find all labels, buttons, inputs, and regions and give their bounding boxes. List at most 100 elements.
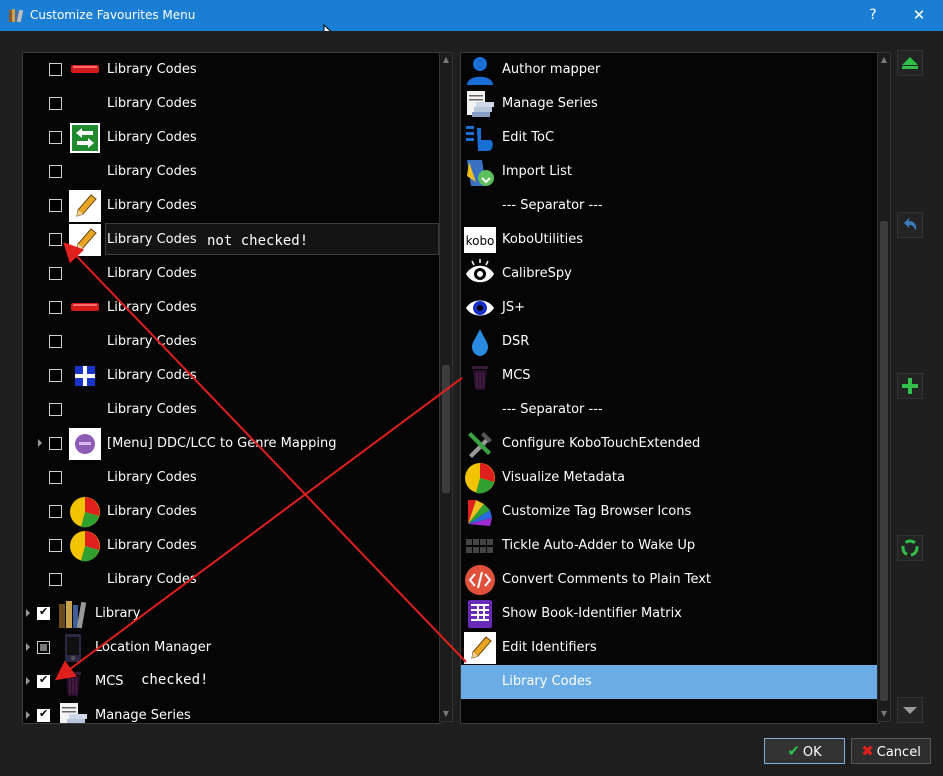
recycle-icon xyxy=(901,539,919,557)
list-item[interactable]: --- Separator --- xyxy=(461,189,879,223)
list-item[interactable]: MCS xyxy=(23,665,441,699)
list-item[interactable]: Edit ToC xyxy=(461,121,879,155)
list-item[interactable]: Manage Series xyxy=(461,87,879,121)
list-item-label: [Menu] DDC/LCC to Genre Mapping xyxy=(107,436,337,451)
list-item[interactable]: Location Manager xyxy=(23,631,441,665)
move-to-top-button[interactable] xyxy=(897,50,923,76)
list-item[interactable]: Tickle Auto-Adder to Wake Up xyxy=(461,529,879,563)
scroll-down-arrow[interactable]: ▼ xyxy=(440,707,452,721)
checkmark-icon: ✔ xyxy=(787,742,800,760)
item-checkbox[interactable] xyxy=(49,471,62,484)
expand-arrow-icon[interactable] xyxy=(26,609,30,617)
list-item[interactable]: MCS xyxy=(461,359,879,393)
list-item[interactable]: Library Codes xyxy=(23,291,441,325)
left-scrollbar[interactable]: ▲ ▼ xyxy=(439,52,453,722)
list-item[interactable]: Library Codes xyxy=(23,155,441,189)
list-item[interactable]: kobo KoboUtilities xyxy=(461,223,879,257)
list-item[interactable]: Edit Identifiers xyxy=(461,631,879,665)
scroll-down-arrow[interactable]: ▼ xyxy=(878,707,890,721)
item-checkbox[interactable] xyxy=(49,199,62,212)
expand-arrow-icon[interactable] xyxy=(38,439,42,447)
item-checkbox[interactable] xyxy=(49,301,62,314)
list-item-label: Convert Comments to Plain Text xyxy=(502,572,712,587)
list-item[interactable]: Library Codes xyxy=(23,189,441,223)
list-item[interactable]: Library Codes xyxy=(23,461,441,495)
red-bar-icon xyxy=(69,54,101,86)
series-icon xyxy=(464,88,496,120)
ok-button[interactable]: ✔ OK xyxy=(764,738,845,764)
list-item[interactable]: Manage Series xyxy=(23,699,441,723)
expand-arrow-icon[interactable] xyxy=(26,643,30,651)
list-item[interactable]: Import List xyxy=(461,155,879,189)
favourites-menu-list[interactable]: Author mapper Manage Series Edit ToC Import… xyxy=(460,52,880,724)
list-item[interactable]: Library Codes xyxy=(23,53,441,87)
available-actions-list[interactable]: Library Codes Library Codes Library Codes L… xyxy=(22,52,442,724)
list-item[interactable]: Library Codes xyxy=(23,325,441,359)
list-item[interactable]: [Menu] DDC/LCC to Genre Mapping xyxy=(23,427,441,461)
list-item[interactable]: Convert Comments to Plain Text xyxy=(461,563,879,597)
list-item-label: KoboUtilities xyxy=(502,232,583,247)
list-item[interactable]: Library Codes xyxy=(23,529,441,563)
item-checkbox[interactable] xyxy=(37,707,50,722)
droplet-icon xyxy=(464,326,496,358)
window-title: Customize Favourites Menu xyxy=(30,8,196,22)
item-checkbox[interactable] xyxy=(37,673,50,688)
scroll-up-arrow[interactable]: ▲ xyxy=(878,53,890,67)
list-item-label: Manage Series xyxy=(95,708,191,723)
list-item[interactable]: DSR xyxy=(461,325,879,359)
list-item[interactable]: CalibreSpy xyxy=(461,257,879,291)
item-checkbox[interactable] xyxy=(49,165,62,178)
remove-button[interactable] xyxy=(897,212,923,238)
item-checkbox[interactable] xyxy=(49,369,62,382)
item-checkbox[interactable] xyxy=(49,233,62,246)
item-checkbox[interactable] xyxy=(49,437,62,450)
item-checkbox[interactable] xyxy=(49,573,62,586)
item-checkbox[interactable] xyxy=(37,641,50,654)
close-button[interactable]: ✕ xyxy=(896,0,942,31)
reset-button[interactable] xyxy=(897,535,923,561)
list-item[interactable]: Customize Tag Browser Icons xyxy=(461,495,879,529)
list-item[interactable]: Library Codes xyxy=(23,495,441,529)
cancel-x-icon: ✖ xyxy=(861,742,874,760)
scroll-thumb[interactable] xyxy=(880,221,888,701)
item-checkbox[interactable] xyxy=(37,605,50,620)
help-button[interactable]: ? xyxy=(850,0,896,31)
selected-list-item[interactable]: Library Codes xyxy=(461,665,879,699)
list-item-label: Library Codes xyxy=(107,96,197,111)
list-item[interactable]: JS+ xyxy=(461,291,879,325)
color-fan-icon xyxy=(464,496,496,528)
list-item[interactable]: Library Codes xyxy=(23,87,441,121)
item-checkbox[interactable] xyxy=(49,97,62,110)
list-item[interactable]: Author mapper xyxy=(461,53,879,87)
item-checkbox[interactable] xyxy=(49,505,62,518)
item-checkbox[interactable] xyxy=(49,267,62,280)
add-separator-button[interactable] xyxy=(897,373,923,399)
item-checkbox[interactable] xyxy=(49,403,62,416)
blue-eye-icon xyxy=(464,292,496,324)
item-checkbox[interactable] xyxy=(49,539,62,552)
list-item[interactable]: Library Codes xyxy=(23,257,441,291)
item-checkbox[interactable] xyxy=(49,335,62,348)
cancel-button[interactable]: ✖ Cancel xyxy=(851,738,931,764)
scroll-thumb[interactable] xyxy=(442,365,450,493)
move-down-button[interactable] xyxy=(897,697,923,723)
list-item[interactable]: --- Separator --- xyxy=(461,393,879,427)
item-checkbox[interactable] xyxy=(49,63,62,76)
list-item[interactable]: Library Codes xyxy=(23,359,441,393)
list-item[interactable]: Visualize Metadata xyxy=(461,461,879,495)
list-item[interactable]: Library Codes xyxy=(23,121,441,155)
right-scrollbar[interactable]: ▲ ▼ xyxy=(877,52,891,722)
pie-chart-icon xyxy=(464,462,496,494)
list-item[interactable]: Show Book-Identifier Matrix xyxy=(461,597,879,631)
expand-arrow-icon[interactable] xyxy=(26,677,30,685)
list-item-label: Customize Tag Browser Icons xyxy=(502,504,692,519)
list-item[interactable]: Library xyxy=(23,597,441,631)
list-item-label: Library Codes xyxy=(107,300,197,315)
list-item[interactable]: Configure KoboTouchExtended xyxy=(461,427,879,461)
list-item[interactable]: Library Codes xyxy=(23,393,441,427)
scroll-up-arrow[interactable]: ▲ xyxy=(440,53,452,67)
item-checkbox[interactable] xyxy=(49,131,62,144)
expand-arrow-icon[interactable] xyxy=(26,711,30,719)
list-item[interactable]: Library Codes xyxy=(23,563,441,597)
annotation-checked: checked! xyxy=(141,672,209,688)
